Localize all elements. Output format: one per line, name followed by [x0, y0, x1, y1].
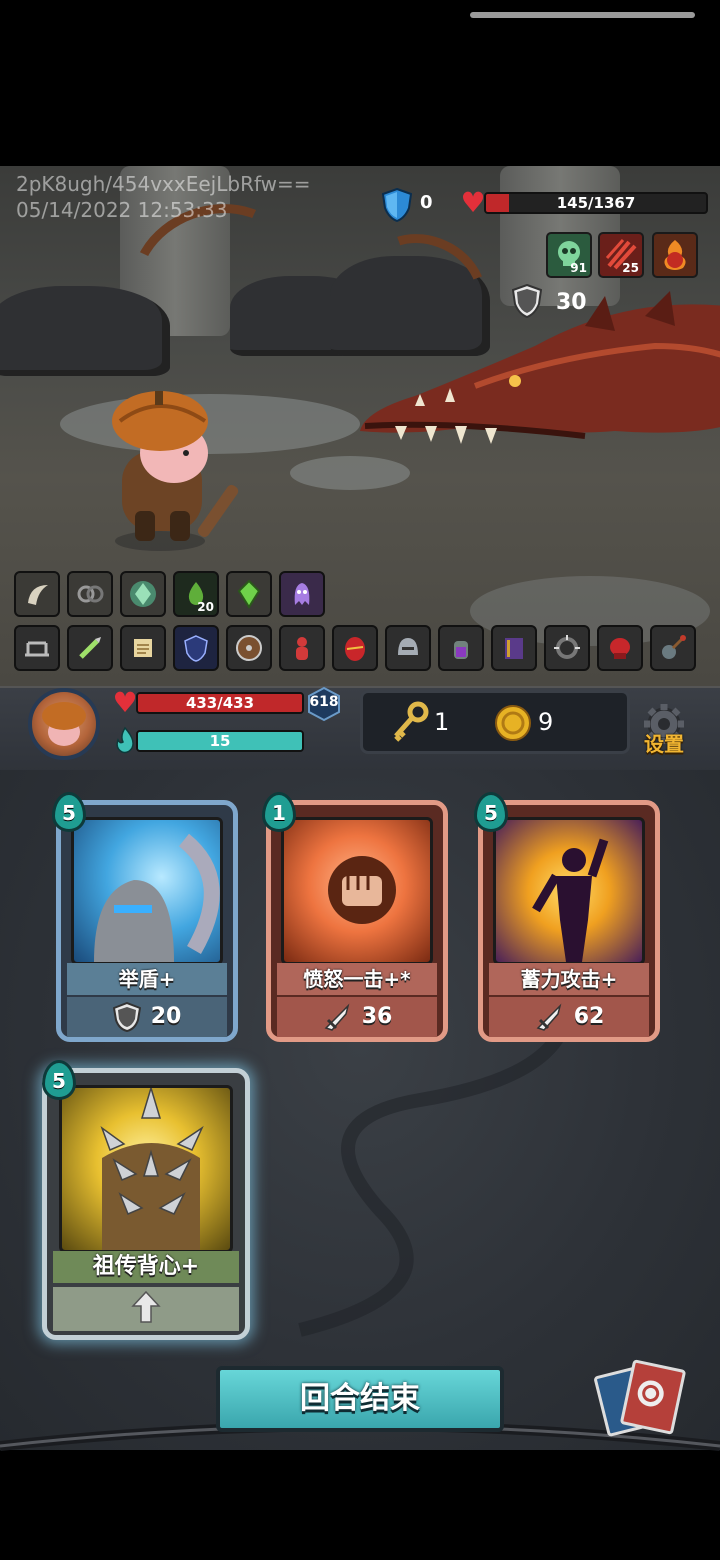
energy-flame-icon: [116, 726, 134, 754]
card-cost-badge: 5: [474, 792, 508, 832]
spiked-vest-art-icon: [100, 1088, 204, 1250]
chain-ring-icon[interactable]: [67, 571, 113, 617]
card-value-row: [53, 1287, 239, 1331]
player-hp-text: 433/433: [185, 694, 255, 712]
card-rage-strike[interactable]: 愤怒一击+* 36: [266, 800, 448, 1042]
red-egg-icon[interactable]: [332, 625, 378, 671]
relic-counter: 20: [197, 600, 214, 614]
helmet-icon[interactable]: [385, 625, 431, 671]
potion-jar-icon[interactable]: [438, 625, 484, 671]
card-name: 举盾+: [67, 963, 227, 995]
relic-row-2: [14, 625, 696, 671]
fire-apple-icon: [664, 240, 686, 270]
key-count: 1: [434, 708, 450, 736]
mace-icon[interactable]: [650, 625, 696, 671]
status-bar-indicator: [470, 12, 695, 18]
player-character: [112, 391, 239, 551]
blue-crest-icon[interactable]: [173, 625, 219, 671]
boxing-glove-icon[interactable]: [597, 625, 643, 671]
card-value: 20: [150, 1004, 182, 1029]
settings-label: 设置: [644, 732, 684, 756]
energy-bar: 15: [136, 730, 304, 752]
card-cost-badge: 5: [52, 792, 86, 832]
enemy-armor-shield-icon: [512, 284, 542, 318]
card-value-row: 36: [277, 997, 437, 1037]
player-block-value: 618: [309, 694, 339, 710]
card-name: 愤怒一击+*: [277, 963, 437, 995]
gold-count: 9: [538, 708, 554, 736]
sword-icon: [324, 1003, 350, 1031]
green-crystal-icon[interactable]: [120, 571, 166, 617]
spellbook-icon[interactable]: [491, 625, 537, 671]
card-charged-attack[interactable]: 蓄力攻击+ 62: [478, 800, 660, 1042]
discard-pile-button[interactable]: [593, 1359, 687, 1438]
player-hp-bar: 433/433: [136, 692, 304, 714]
poison-dagger-icon[interactable]: [67, 625, 113, 671]
enemy-intent-buff[interactable]: [652, 232, 698, 278]
fist-art-icon: [328, 856, 396, 924]
energy-text: 15: [209, 732, 231, 750]
silhouette-art-icon: [532, 838, 609, 962]
card-cost-badge: 5: [42, 1060, 76, 1100]
key-icon: [394, 701, 429, 742]
timestamp-text: 05/14/2022 12:53:33: [16, 198, 228, 222]
enemy-hp-bar: 145/1367: [484, 192, 708, 214]
card-art: [281, 817, 433, 965]
enemy-block-shield-icon: [382, 188, 412, 222]
spiked-collar-icon[interactable]: [544, 625, 590, 671]
relic-row-1: 20: [14, 571, 325, 617]
intent-value: 91: [570, 261, 587, 275]
enemy-block-value: 0: [420, 192, 433, 213]
card-heirloom-vest[interactable]: 祖传背心+: [42, 1068, 250, 1340]
intent-value: 25: [622, 261, 639, 275]
round-shield-icon[interactable]: [226, 625, 272, 671]
card-cost-badge: 1: [262, 792, 296, 832]
player-avatar[interactable]: [28, 688, 100, 760]
red-figure-icon[interactable]: [279, 625, 325, 671]
card-art: [59, 1085, 233, 1253]
purple-ghost-icon[interactable]: [279, 571, 325, 617]
end-turn-button[interactable]: 回合结束: [216, 1366, 504, 1432]
green-gem-icon[interactable]: [226, 571, 272, 617]
card-value: 62: [573, 1004, 605, 1029]
card-art: [71, 817, 223, 965]
enemy-intent-attack[interactable]: 25: [598, 232, 644, 278]
enemy-intent-poison[interactable]: 91: [546, 232, 592, 278]
card-name: 蓄力攻击+: [489, 963, 649, 995]
claw-icon[interactable]: [14, 571, 60, 617]
knight-art-icon: [94, 833, 220, 962]
enemy-hp-text: 145/1367: [556, 194, 636, 212]
card-raise-shield[interactable]: 举盾+ 20: [56, 800, 238, 1042]
sword-icon: [536, 1003, 562, 1031]
card-value: 36: [361, 1004, 393, 1029]
upgrade-arrow-icon: [131, 1290, 161, 1323]
settings-button[interactable]: 设置: [638, 700, 690, 756]
swirl-icon: [637, 1380, 664, 1407]
pumpkin-head-icon: [42, 702, 86, 746]
session-id-text: 2pK8ugh/454vxxEejLbRfw==: [16, 172, 311, 196]
gold-coin-icon: [495, 705, 531, 741]
card-art: [493, 817, 645, 965]
shield-icon: [112, 1001, 141, 1033]
scroll-icon[interactable]: [120, 625, 166, 671]
card-value-row: 62: [489, 997, 649, 1037]
card-name: 祖传背心+: [53, 1251, 239, 1283]
battle-scene: 2pK8ugh/454vxxEejLbRfw== 05/14/2022 12:5…: [0, 166, 720, 686]
enemy-armor-value: 30: [556, 290, 587, 315]
card-value-row: 20: [67, 997, 227, 1037]
poison-drop-icon[interactable]: 20: [173, 571, 219, 617]
bear-trap-icon[interactable]: [14, 625, 60, 671]
